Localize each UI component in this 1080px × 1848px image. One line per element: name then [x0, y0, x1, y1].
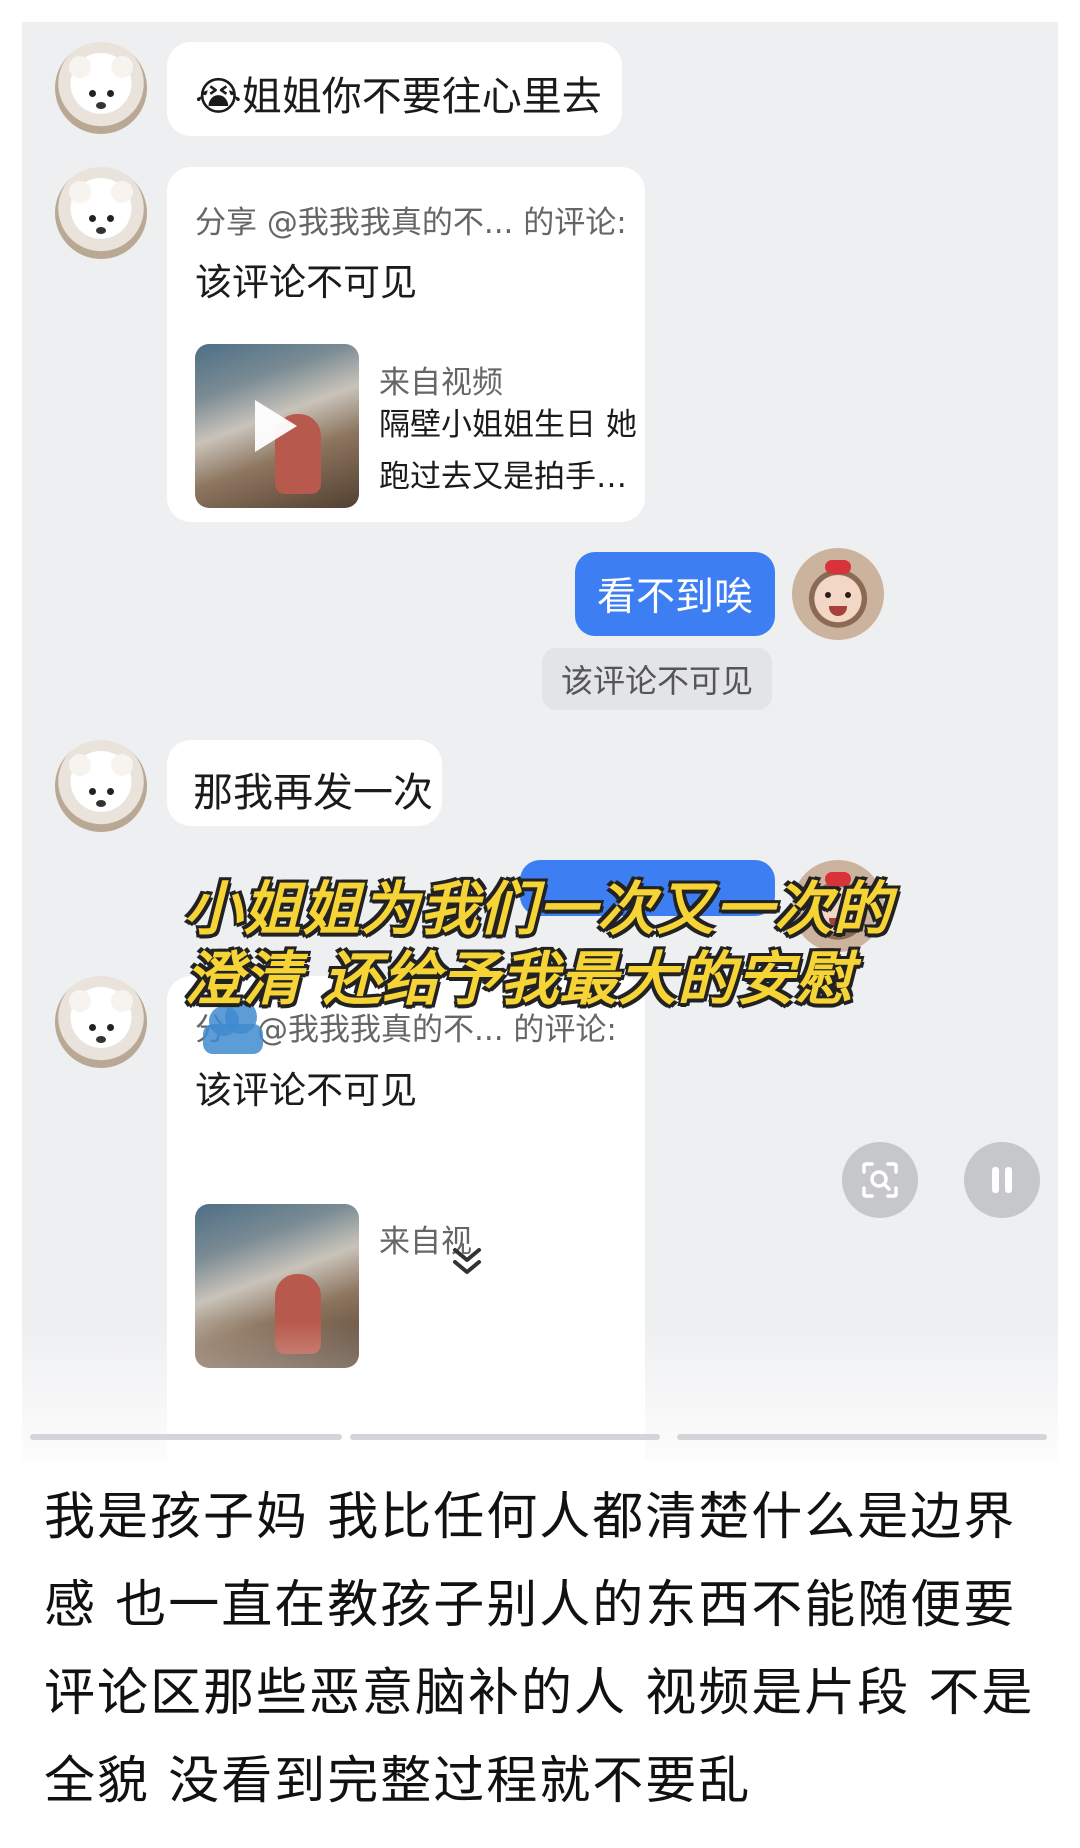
video-overlay-caption-line2: 澄清 还给予我最大的安慰 — [184, 945, 855, 1013]
sent-message-bubble[interactable]: 看不到唉 — [575, 552, 775, 636]
share-comment-text: 该评论不可见 — [195, 1069, 417, 1112]
search-scan-icon — [862, 1162, 898, 1198]
sent-message-text: 看不到唉 — [596, 575, 753, 620]
my-avatar[interactable] — [792, 548, 884, 640]
video-source-label: 来自视频 — [379, 365, 503, 401]
message-bubble[interactable]: 那我再发一次 — [167, 740, 442, 826]
progress-segment — [30, 1434, 342, 1440]
share-header: 分享 @我我我真的不... 的评论: — [195, 205, 627, 241]
video-title: 隔壁小姐姐生日 她跑过去又是拍手… — [379, 407, 637, 495]
chevron-down-icon[interactable] — [447, 1242, 487, 1286]
post-caption: 我是孩子妈 我比任何人都清楚什么是边界感 也一直在教孩子别人的东西不能随便要 评… — [44, 1488, 1035, 1811]
shared-comment-card[interactable]: 分享 @我我我真的不... 的评论: 该评论不可见 来自视频 隔壁小姐姐生日 她… — [167, 167, 645, 522]
pause-button[interactable] — [964, 1142, 1040, 1218]
friend-avatar[interactable] — [55, 740, 147, 832]
comment-invisible-notice: 该评论不可见 — [542, 648, 772, 710]
message-text: 那我再发一次 — [193, 770, 433, 816]
message-bubble[interactable]: 😭姐姐你不要往心里去 — [167, 42, 622, 136]
play-icon — [255, 400, 297, 452]
sticker — [203, 1024, 263, 1054]
progress-segment — [350, 1434, 660, 1440]
video-thumbnail[interactable] — [195, 344, 359, 508]
friend-avatar[interactable] — [55, 42, 147, 134]
friend-avatar[interactable] — [55, 167, 147, 259]
friend-avatar[interactable] — [55, 976, 147, 1068]
chat-screenshot: 😭姐姐你不要往心里去 分享 @我我我真的不... 的评论: 该评论不可见 来自视… — [22, 22, 1058, 1460]
progress-segment — [677, 1434, 1047, 1440]
pause-icon — [992, 1167, 1012, 1193]
search-scan-button[interactable] — [842, 1142, 918, 1218]
share-comment-text: 该评论不可见 — [195, 261, 417, 304]
message-text: 😭姐姐你不要往心里去 — [195, 74, 602, 120]
